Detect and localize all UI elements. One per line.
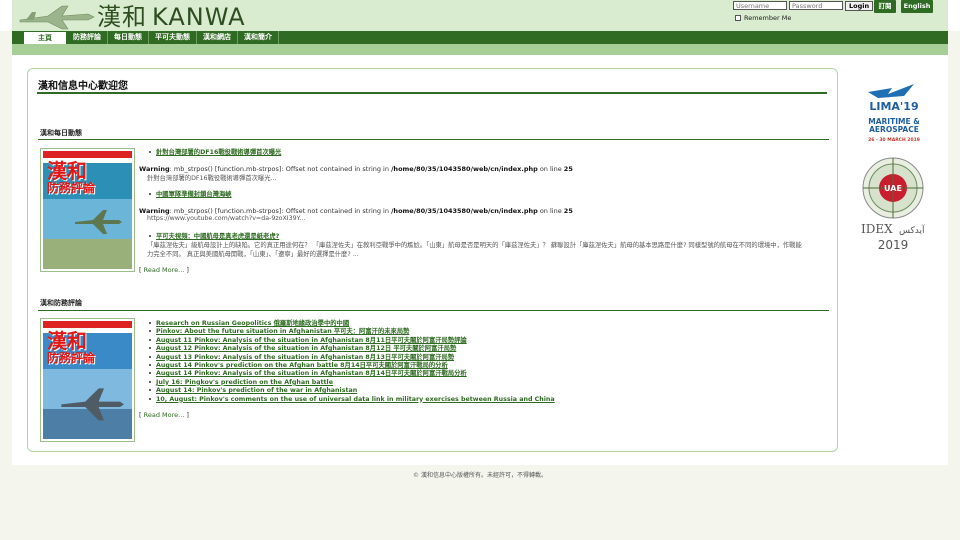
cover-subtitle: 防務評論	[47, 351, 96, 365]
read-more-link[interactable]: Read More...	[144, 266, 185, 274]
article-link[interactable]: 10, August: Pinkov's comments on the use…	[156, 396, 555, 403]
idex-badge: UAE	[884, 184, 902, 193]
article-link[interactable]: August 12 Pinkov: Analysis of the situat…	[156, 345, 456, 352]
article-link[interactable]: July 16: Pingkov's prediction on the Afg…	[156, 379, 333, 386]
defense-list: Research on Russian Geopolitics 俄羅斯地緣政治學…	[148, 319, 555, 403]
fighter-jet-icon	[19, 5, 95, 30]
article-link[interactable]: August 14: Pinkov's prediction of the wa…	[156, 387, 357, 394]
magazine-cover-image: 漢和 防務評論	[43, 151, 132, 269]
sub-nav-bar	[12, 44, 948, 55]
cover-title: 漢和	[47, 159, 87, 183]
list-item: August 12 Pinkov: Analysis of the situat…	[148, 344, 555, 352]
nav-item-home[interactable]: 主頁	[23, 31, 67, 45]
php-warning: Warning: mb_strpos() [function.mb-strpos…	[139, 165, 573, 173]
username-input[interactable]	[733, 1, 787, 10]
article-snippet: https://www.youtube.com/watch?v=da-9zoXI…	[147, 215, 306, 222]
article-link[interactable]: 針對台灣部署的DF16戰役戰術導彈首次曝光	[156, 149, 281, 156]
header: 漢和 KANWA Login Remember Me 訂閱 English	[0, 0, 960, 31]
fighter-jet-icon	[75, 210, 122, 234]
cover-subtitle: 防務評論	[47, 181, 96, 195]
list-item: August 14 Pinkov: Analysis of the situat…	[148, 369, 555, 377]
list-item: August 14 Pinkov's prediction on the Afg…	[148, 361, 555, 369]
title-divider	[37, 92, 827, 94]
lima-title: LIMA'19	[869, 100, 918, 113]
section-title-daily: 漢和每日動態	[40, 129, 82, 137]
footer: © 漢和信息中心版權所有。未經許可，不得轉載。	[413, 472, 547, 479]
lima-dates: 26 - 30 MARCH 2019	[868, 137, 920, 143]
magazine-cover[interactable]: 漢和 防務評論	[40, 148, 135, 272]
nav-item-pinkov-news[interactable]: 平可夫動態	[149, 31, 197, 44]
lima-logo-icon: LIMA'19 MARITIME & AEROSPACE 26 - 30 MAR…	[868, 84, 920, 143]
nav-item-about[interactable]: 漢和簡介	[238, 31, 279, 44]
idex-arabic: آيدكس	[899, 224, 925, 236]
logo-latin: KANWA	[152, 3, 246, 31]
daily-list-2: 中國軍隊準備封鎖台灣海峽	[148, 190, 232, 198]
site-logo[interactable]: 漢和 KANWA	[15, 0, 245, 31]
password-input[interactable]	[789, 1, 843, 10]
fighter-jet-icon	[61, 388, 124, 421]
section-divider	[38, 139, 829, 140]
list-item: 針對台灣部署的DF16戰役戰術導彈首次曝光	[148, 148, 281, 156]
english-button[interactable]: English	[901, 0, 933, 13]
subscribe-button[interactable]: 訂閱	[874, 0, 896, 13]
cover-title: 漢和	[47, 329, 87, 353]
list-item: Pinkov: About the future situation in Af…	[148, 327, 555, 335]
php-warning: Warning: mb_strpos() [function.mb-strpos…	[139, 207, 573, 215]
article-link[interactable]: 平可夫視頻：中國航母是真老虎還是紙老虎?	[156, 233, 279, 240]
main-nav: 主頁 防務評論 每日動態 平可夫動態 漢和網店 漢和簡介	[23, 31, 279, 45]
article-link[interactable]: 中國軍隊準備封鎖台灣海峽	[156, 191, 232, 198]
list-item: 中國軍隊準備封鎖台灣海峽	[148, 190, 232, 198]
page-title: 漢和信息中心歡迎您	[38, 81, 128, 92]
idex-year: 2019	[878, 238, 909, 252]
magazine-cover[interactable]: 漢和 防務評論	[40, 318, 135, 442]
article-link[interactable]: Pinkov: About the future situation in Af…	[156, 328, 409, 335]
list-item: August 11 Pinkov: Analysis of the situat…	[148, 336, 555, 344]
list-item: July 16: Pingkov's prediction on the Afg…	[148, 378, 555, 386]
article-link[interactable]: August 13 Pinkov: Analysis of the situat…	[156, 354, 454, 361]
list-item: 10, August: Pinkov's comments on the use…	[148, 395, 555, 403]
article-link[interactable]: August 14 Pinkov: Analysis of the situat…	[156, 370, 467, 377]
login-button[interactable]: Login	[845, 1, 874, 11]
section-divider	[38, 310, 829, 311]
magazine-cover-image: 漢和 防務評論	[43, 321, 132, 439]
idex-2019-ad[interactable]: UAE IDEX آيدكس 2019	[857, 155, 929, 253]
read-more-defense[interactable]: [ Read More... ]	[139, 411, 189, 419]
nav-item-defense-review[interactable]: 防務評論	[67, 31, 108, 44]
list-item: August 13 Pinkov: Analysis of the situat…	[148, 353, 555, 361]
nav-item-daily-news[interactable]: 每日動態	[108, 31, 149, 44]
idex-logo-icon: UAE IDEX آيدكس 2019	[861, 157, 925, 252]
article-link[interactable]: August 14 Pinkov's prediction on the Afg…	[156, 362, 448, 369]
list-item: Research on Russian Geopolitics 俄羅斯地緣政治學…	[148, 319, 555, 327]
remember-label: Remember Me	[744, 14, 792, 22]
article-link[interactable]: August 11 Pinkov: Analysis of the situat…	[156, 337, 467, 344]
remember-me[interactable]: Remember Me	[735, 14, 791, 22]
list-item: August 14: Pinkov's prediction of the wa…	[148, 386, 555, 394]
section-title-defense: 漢和防務評論	[40, 299, 82, 307]
read-more-daily[interactable]: [ Read More... ]	[139, 266, 189, 274]
read-more-link[interactable]: Read More...	[144, 411, 185, 419]
logo-cjk: 漢和	[97, 3, 147, 31]
lima-line2: AEROSPACE	[869, 125, 919, 134]
article-snippet: 針對台灣部署的DF16戰役戰術導彈首次曝光...	[147, 175, 277, 182]
daily-list-1: 針對台灣部署的DF16戰役戰術導彈首次曝光	[148, 148, 281, 156]
article-snippet: 「庫茲涅佐夫」級航母設計上的缺陷。它的真正用途何在？ 「庫茲涅佐夫」在敘利亞戰爭…	[147, 242, 802, 249]
lima-2019-ad[interactable]: LIMA'19 MARITIME & AEROSPACE 26 - 30 MAR…	[858, 82, 930, 144]
idex-brand: IDEX	[861, 222, 893, 236]
article-link[interactable]: Research on Russian Geopolitics 俄羅斯地緣政治學…	[156, 320, 349, 327]
nav-item-shop[interactable]: 漢和網店	[197, 31, 238, 44]
login-form: Login	[733, 1, 874, 12]
remember-checkbox[interactable]	[735, 15, 741, 21]
article-snippet: 力完全不同。 真正與美國航母開戰，「山東」、「遼寧」最好的選擇是什麼? ...	[147, 251, 359, 258]
